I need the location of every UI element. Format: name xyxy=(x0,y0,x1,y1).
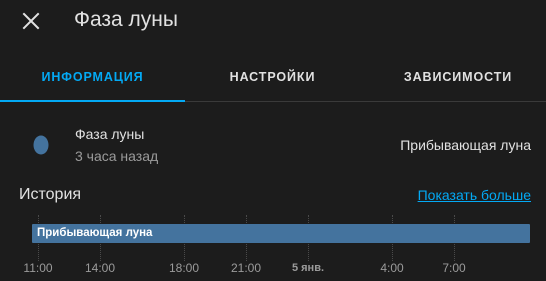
timeline-tick-date: 5 янв. xyxy=(291,262,325,274)
entity-state: Прибывающая луна xyxy=(400,137,531,153)
moon-waxing-crescent-icon xyxy=(33,135,49,155)
tab-info[interactable]: ИНФОРМАЦИЯ xyxy=(0,52,185,101)
timeline-bar-label: Прибывающая луна xyxy=(37,227,153,239)
history-timeline: Прибывающая луна 11:00 14:00 18:00 21:00… xyxy=(0,215,546,281)
timeline-state-bar[interactable]: Прибывающая луна xyxy=(32,224,530,243)
entity-row[interactable]: Фаза луны 3 часа назад Прибывающая луна xyxy=(0,118,546,170)
timeline-tick: 18:00 xyxy=(168,261,200,275)
timeline-tick: 11:00 xyxy=(23,261,53,275)
tab-settings[interactable]: НАСТРОЙКИ xyxy=(185,52,360,101)
timeline-tick: 4:00 xyxy=(380,261,404,275)
tab-related[interactable]: ЗАВИСИМОСТИ xyxy=(370,52,546,101)
active-tab-indicator xyxy=(0,100,185,102)
close-button[interactable] xyxy=(18,8,44,34)
entity-last-changed: 3 часа назад xyxy=(75,148,159,164)
close-icon xyxy=(22,12,40,30)
timeline-tick: 14:00 xyxy=(84,261,116,275)
timeline-tick: 21:00 xyxy=(230,261,262,275)
history-title: История xyxy=(19,186,82,203)
dialog-header: Фаза луны xyxy=(0,0,546,46)
timeline-tick: 7:00 xyxy=(442,261,466,275)
entity-name: Фаза луны xyxy=(75,126,145,142)
show-more-link[interactable]: Показать больше xyxy=(418,187,531,203)
tab-bar: ИНФОРМАЦИЯ НАСТРОЙКИ ЗАВИСИМОСТИ xyxy=(0,52,546,102)
dialog-title: Фаза луны xyxy=(74,8,178,31)
more-info-dialog: Фаза луны ИНФОРМАЦИЯ НАСТРОЙКИ ЗАВИСИМОС… xyxy=(0,0,546,281)
